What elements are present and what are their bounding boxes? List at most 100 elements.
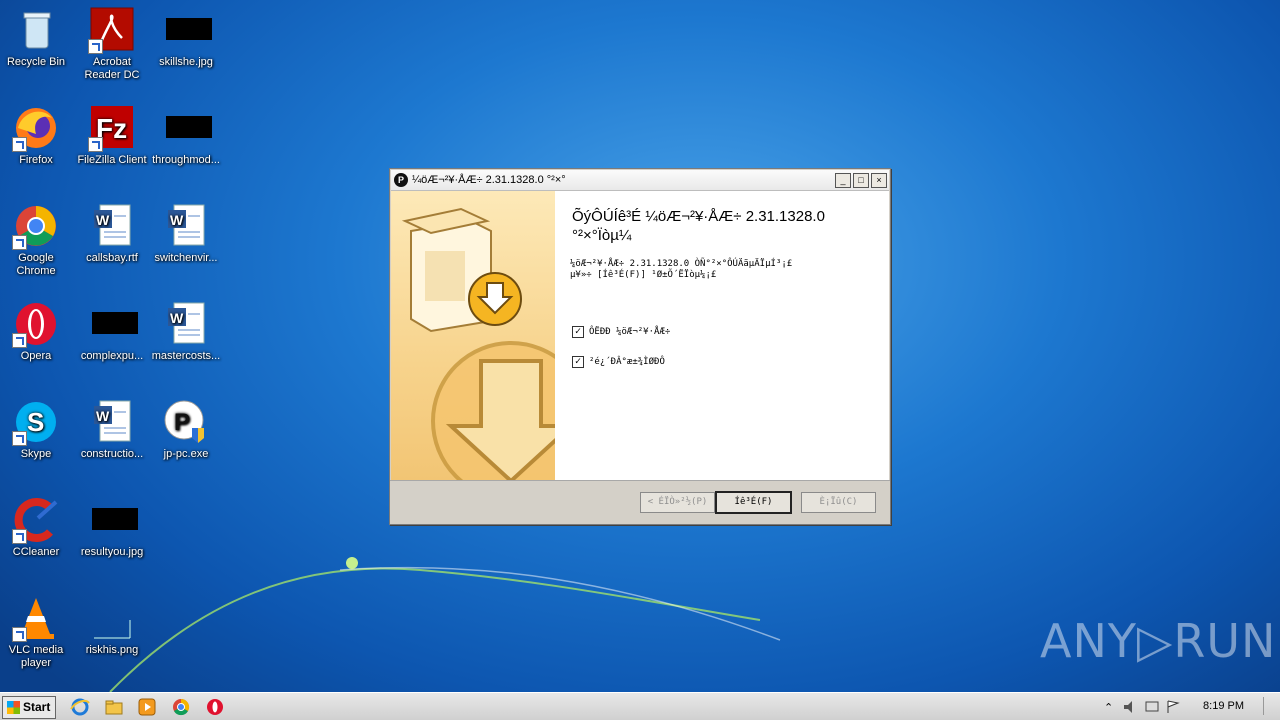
shortcut-arrow-icon xyxy=(12,137,27,152)
app-icon: P xyxy=(394,173,408,187)
skype-icon: S xyxy=(12,398,60,446)
shortcut-arrow-icon xyxy=(12,529,27,544)
desktop-icon-label: VLC media player xyxy=(8,644,64,669)
chrome-icon xyxy=(12,202,60,250)
firefox-icon xyxy=(12,104,60,152)
ccleaner-icon xyxy=(12,496,60,544)
desktop-icon-label: throughmod... xyxy=(152,154,220,166)
desktop-icon-label: mastercosts... xyxy=(151,350,221,362)
desktop-icon-ccleaner[interactable]: CCleaner xyxy=(0,496,72,559)
installer-window: P ¼öÆ¬²¥·ÅÆ÷ 2.31.1328.0 °²×° _ □ × ÕýÔÚ… xyxy=(389,168,891,525)
view-features-checkbox[interactable]: ✓ ²é¿´ÐÂ°æ±¾ÌØÐÔ xyxy=(572,356,665,368)
shortcut-arrow-icon xyxy=(88,137,103,152)
desktop-icon-label: Acrobat Reader DC xyxy=(84,56,140,81)
wizard-button-bar: < ÉÏÒ»²½(P) Íê³É(F) È¡Ïû(C) xyxy=(390,480,890,525)
shortcut-arrow-icon xyxy=(12,333,27,348)
shortcut-arrow-icon xyxy=(88,39,103,54)
ie-icon[interactable] xyxy=(70,697,90,717)
desktop-icon-riskhis[interactable]: riskhis.png xyxy=(76,594,148,657)
desktop-icon-label: Firefox xyxy=(19,154,53,166)
desktop-icon-label: FileZilla Client xyxy=(77,154,147,166)
word-document-icon: W xyxy=(88,398,136,446)
desktop-icon-label: Recycle Bin xyxy=(6,56,66,68)
show-desktop-button[interactable] xyxy=(1263,697,1278,715)
desktop-icon-label: Google Chrome xyxy=(16,252,56,277)
image-file-icon xyxy=(162,6,212,54)
desktop-icon-constructio[interactable]: W constructio... xyxy=(76,398,148,461)
window-title: ¼öÆ¬²¥·ÅÆ÷ 2.31.1328.0 °²×° xyxy=(412,174,566,186)
desktop-icon-skype[interactable]: S Skype xyxy=(0,398,72,461)
desktop-icon-switchenvir[interactable]: W switchenvir... xyxy=(150,202,222,265)
desktop-icon-label: Opera xyxy=(20,350,52,362)
start-button[interactable]: Start xyxy=(2,696,56,719)
wizard-content: ÕýÔÚÍê³É ¼öÆ¬²¥·ÅÆ÷ 2.31.1328.0 °²×°Ïòµ¼… xyxy=(391,191,889,480)
opera-taskbar-icon[interactable] xyxy=(205,697,225,717)
opera-icon xyxy=(12,300,60,348)
acrobat-icon xyxy=(88,6,136,54)
window-titlebar[interactable]: P ¼öÆ¬²¥·ÅÆ÷ 2.31.1328.0 °²×° _ □ × xyxy=(391,170,889,191)
desktop-icon-complexpu[interactable]: complexpu... xyxy=(76,300,148,363)
install-box-icon xyxy=(401,207,555,480)
minimize-button[interactable]: _ xyxy=(835,172,851,188)
desktop-icon-recycle-bin[interactable]: Recycle Bin xyxy=(0,6,72,69)
wizard-side-banner xyxy=(391,191,555,480)
svg-text:W: W xyxy=(170,310,184,326)
clock[interactable]: 8:19 PM xyxy=(1203,700,1244,712)
image-file-icon xyxy=(88,496,138,544)
desktop-icon-label: resultyou.jpg xyxy=(80,546,144,558)
desktop-icon-acrobat[interactable]: Acrobat Reader DC xyxy=(76,6,148,82)
desktop-icon-resultyou[interactable]: resultyou.jpg xyxy=(76,496,148,559)
desktop-icon-label: skillshe.jpg xyxy=(159,56,213,68)
shortcut-arrow-icon xyxy=(12,235,27,250)
finish-button[interactable]: Íê³É(F) xyxy=(715,491,792,514)
desktop-icon-chrome[interactable]: Google Chrome xyxy=(0,202,72,278)
maximize-button[interactable]: □ xyxy=(853,172,869,188)
recycle-bin-icon xyxy=(12,6,60,54)
shortcut-arrow-icon xyxy=(12,627,27,642)
word-document-icon: W xyxy=(162,300,210,348)
vlc-cone-icon xyxy=(12,594,60,642)
svg-text:⌃: ⌃ xyxy=(1104,701,1113,714)
close-button[interactable]: × xyxy=(871,172,887,188)
word-document-icon: W xyxy=(88,202,136,250)
svg-text:P: P xyxy=(174,409,190,436)
svg-text:W: W xyxy=(96,408,110,424)
desktop-icon-filezilla[interactable]: Fz FileZilla Client xyxy=(76,104,148,167)
checkbox-label: ÔËÐÐ ¼öÆ¬²¥·ÅÆ÷ xyxy=(589,327,671,337)
wizard-heading: ÕýÔÚÍê³É ¼öÆ¬²¥·ÅÆ÷ 2.31.1328.0 °²×°Ïòµ¼ xyxy=(572,208,825,244)
back-button[interactable]: < ÉÏÒ»²½(P) xyxy=(640,492,715,513)
shortcut-arrow-icon xyxy=(12,431,27,446)
desktop-icon-callsbay[interactable]: W callsbay.rtf xyxy=(76,202,148,265)
svg-text:W: W xyxy=(96,212,110,228)
desktop-icon-label: CCleaner xyxy=(12,546,60,558)
jp-app-icon: P xyxy=(162,398,210,446)
cancel-button[interactable]: È¡Ïû(C) xyxy=(801,492,876,513)
desktop-icon-label: constructio... xyxy=(80,448,144,460)
chrome-taskbar-icon[interactable] xyxy=(171,697,191,717)
svg-text:W: W xyxy=(170,212,184,228)
desktop-icon-label: switchenvir... xyxy=(154,252,218,264)
run-app-checkbox[interactable]: ✓ ÔËÐÐ ¼öÆ¬²¥·ÅÆ÷ xyxy=(572,326,670,338)
checkbox-checked-icon: ✓ xyxy=(572,326,584,338)
desktop-icon-label: riskhis.png xyxy=(85,644,139,656)
desktop-icon-throughmod[interactable]: throughmod... xyxy=(150,104,222,167)
image-file-icon xyxy=(88,594,136,642)
anyrun-watermark: ANY▷RUN xyxy=(1040,614,1277,668)
wizard-description: ¼öÆ¬²¥·ÅÆ÷ 2.31.1328.0 ÒÑ°²×°ÔÚÄãµÄÏµÍ³¡… xyxy=(570,259,793,280)
desktop-icon-opera[interactable]: Opera xyxy=(0,300,72,363)
desktop-icon-mastercosts[interactable]: W mastercosts... xyxy=(150,300,222,363)
taskbar: Start ⌃ 8:19 PM xyxy=(0,692,1280,720)
file-icon xyxy=(88,300,138,348)
checkbox-checked-icon: ✓ xyxy=(572,356,584,368)
checkbox-label: ²é¿´ÐÂ°æ±¾ÌØÐÔ xyxy=(589,357,665,367)
desktop-icon-skillshe[interactable]: skillshe.jpg xyxy=(150,6,222,69)
desktop-icon-label: callsbay.rtf xyxy=(86,252,138,264)
desktop-icon-jp-pc[interactable]: P jp-pc.exe xyxy=(150,398,222,461)
desktop-icon-firefox[interactable]: Firefox xyxy=(0,104,72,167)
tray-icons[interactable]: ⌃ xyxy=(1104,699,1184,715)
media-player-icon[interactable] xyxy=(137,697,157,717)
explorer-folder-icon[interactable] xyxy=(104,697,124,717)
file-icon xyxy=(162,104,212,152)
desktop-icon-label: Skype xyxy=(20,448,52,460)
desktop-icon-vlc[interactable]: VLC media player xyxy=(0,594,72,670)
